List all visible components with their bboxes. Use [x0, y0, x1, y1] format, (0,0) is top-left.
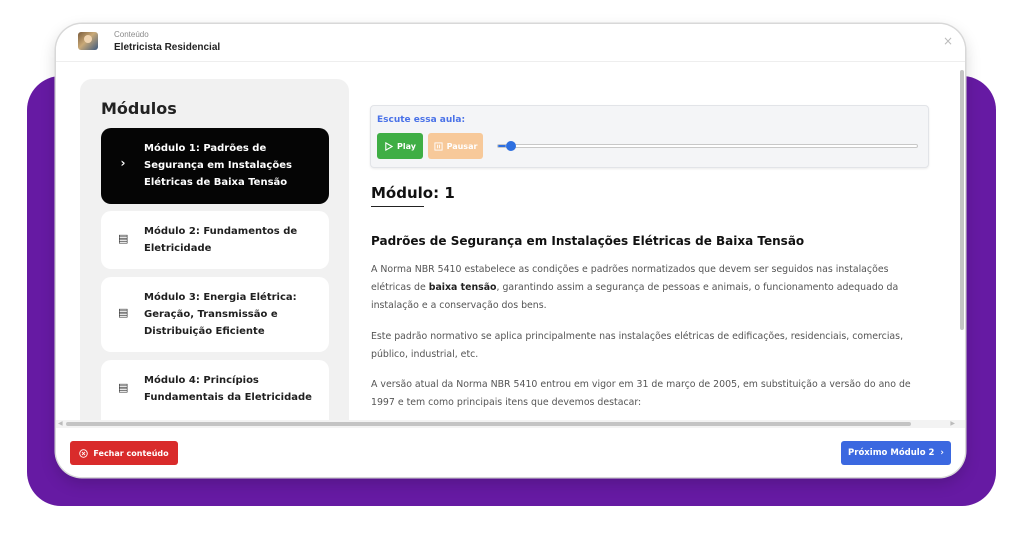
- sidebar-item-module-1[interactable]: › Módulo 1: Padrões de Segurança em Inst…: [101, 128, 329, 204]
- sidebar-item-label: Módulo 1: Padrões de Segurança em Instal…: [144, 143, 292, 188]
- close-icon[interactable]: ×: [943, 34, 953, 48]
- stage: Conteúdo Eletricista Residencial × Módul…: [0, 0, 1024, 536]
- next-module-label: Próximo Módulo 2: [848, 448, 935, 458]
- close-circle-icon: [79, 448, 89, 458]
- module-subtitle: Padrões de Segurança em Instalações Elét…: [371, 234, 805, 248]
- paragraph-2: Este padrão normativo se aplica principa…: [371, 331, 904, 360]
- paragraph-3: A versão atual da Norma NBR 5410 entrou …: [371, 379, 911, 408]
- document-icon: ▤: [118, 232, 129, 245]
- modal-header: Conteúdo Eletricista Residencial ×: [56, 24, 965, 62]
- vertical-scrollbar[interactable]: [960, 70, 964, 330]
- modal-footer: Fechar conteúdo Próximo Módulo 2 ›: [56, 428, 965, 477]
- audio-progress-thumb[interactable]: [506, 141, 516, 151]
- pause-icon: [434, 141, 443, 151]
- pause-label: Pausar: [446, 141, 478, 151]
- scroll-right-icon[interactable]: ▶: [950, 420, 955, 427]
- audio-progress-slider[interactable]: [497, 141, 918, 151]
- pause-button[interactable]: Pausar: [428, 133, 483, 159]
- module-heading: Módulo: 1: [371, 184, 455, 202]
- sidebar-item-module-3[interactable]: ▤ Módulo 3: Energia Elétrica: Geração, T…: [101, 277, 329, 352]
- modal-title: Eletricista Residencial: [114, 42, 221, 53]
- audio-player: Escute essa aula: Play Pausar: [370, 105, 929, 168]
- sidebar-item-label: Módulo 2: Fundamentos de Eletricidade: [144, 226, 298, 254]
- modal-subtitle: Conteúdo: [114, 30, 149, 39]
- chevron-right-icon: ›: [940, 448, 944, 458]
- close-content-button[interactable]: Fechar conteúdo: [70, 441, 178, 465]
- chevron-right-icon: ›: [120, 156, 126, 170]
- paragraph-1: A Norma NBR 5410 estabelece as condições…: [371, 261, 931, 315]
- play-icon: [385, 141, 393, 151]
- paragraph-1-bold: baixa tensão: [428, 282, 497, 293]
- sidebar-item-module-4[interactable]: ▤ Módulo 4: Princípios Fundamentais da E…: [101, 360, 329, 421]
- scroll-left-icon[interactable]: ◀: [58, 420, 63, 427]
- sidebar-item-module-2[interactable]: ▤ Módulo 2: Fundamentos de Eletricidade: [101, 211, 329, 269]
- modules-sidebar: Módulos › Módulo 1: Padrões de Segurança…: [80, 79, 349, 421]
- play-button[interactable]: Play: [377, 133, 423, 159]
- horizontal-scroll-thumb[interactable]: [66, 422, 911, 426]
- content-modal: Conteúdo Eletricista Residencial × Módul…: [56, 24, 965, 477]
- close-content-label: Fechar conteúdo: [93, 448, 169, 458]
- horizontal-scrollbar[interactable]: ◀ ▶: [56, 420, 965, 428]
- sidebar-item-label: Módulo 3: Energia Elétrica: Geração, Tra…: [144, 292, 297, 337]
- document-icon: ▤: [118, 306, 129, 319]
- sidebar-item-label: Módulo 4: Princípios Fundamentais da Ele…: [144, 375, 312, 403]
- heading-underline: [371, 206, 424, 207]
- course-thumbnail: [78, 32, 98, 50]
- play-label: Play: [397, 141, 416, 151]
- audio-label: Escute essa aula:: [377, 115, 466, 125]
- document-icon: ▤: [118, 381, 129, 394]
- sidebar-title: Módulos: [101, 99, 177, 118]
- next-module-button[interactable]: Próximo Módulo 2 ›: [841, 441, 951, 465]
